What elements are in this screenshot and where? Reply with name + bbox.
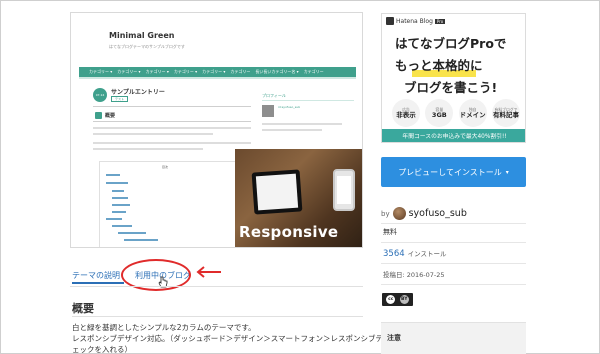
preview-sidebar-label: プロフィール [262, 93, 286, 98]
ad-badge-value: ドメイン [459, 110, 486, 119]
ad-discount-banner: 年間コースのお申込みで最大40%割引!! [382, 129, 525, 142]
preview-toc-heading: 目次 [162, 165, 169, 169]
preview-nav-bar: カテゴリー ▾ カテゴリー ▾ カテゴリー ▾ カテゴリー ▾ カテゴリー ▾ … [79, 67, 356, 77]
preview-toc-line [124, 239, 158, 241]
preview-nav-item: カテゴリー [303, 69, 324, 74]
ad-badge-value: 有料記事 [492, 110, 519, 119]
ad-feature-badge: 広告 非表示 [392, 99, 420, 127]
notes-label: 注意 [387, 334, 401, 342]
preview-heading: 概要 [105, 113, 116, 119]
ad-logo: Hatena Blog Pro [386, 17, 446, 25]
preview-sidebar-user: id:syofuso_sub [278, 105, 301, 109]
preview-toc-line [106, 174, 120, 176]
preview-text-line [93, 142, 251, 144]
author-row: by syofuso_sub [381, 207, 467, 220]
install-count-row: 3564 インストール [383, 248, 447, 259]
preview-toc-line [106, 182, 128, 184]
creative-commons-license-badge[interactable]: cc BY [382, 293, 413, 306]
preview-toc-line [106, 218, 122, 220]
preview-blog-subtitle: はてなブログテーマのサンプルブログです [109, 44, 185, 49]
preview-divider [93, 106, 251, 107]
preview-avatar [262, 105, 274, 117]
tabs-divider [70, 286, 363, 287]
overview-text: 白と緑を基調としたシンプルな2カラムのテーマです。 [72, 323, 256, 332]
preview-responsive-label: Responsive [239, 223, 339, 241]
sidebar-divider [381, 242, 526, 243]
ad-feature-badge: 独自 ドメイン [458, 99, 487, 127]
preview-nav-item: カテゴリー ▾ [173, 69, 198, 74]
preview-nav-item: カテゴリー ▾ [117, 69, 141, 74]
tablet-graphic [251, 169, 303, 215]
ad-badge-value: 3GB [431, 110, 447, 119]
ad-feature-badges: 広告 非表示 容量 3GB 独自 ドメイン 有料ブログで 有料記事 [392, 99, 520, 127]
preview-toc-box: 目次 [99, 161, 251, 247]
posted-date: 投稿日: 2016-07-25 [383, 271, 445, 279]
sidebar-divider [381, 263, 526, 264]
preview-heading-icon [95, 112, 102, 119]
ad-headline-3: ブログを書こう! [404, 80, 498, 95]
preview-install-button[interactable]: プレビューしてインストール ▾ [381, 157, 526, 187]
ad-logo-badge: Pro [434, 18, 446, 24]
preview-toc-line [112, 204, 130, 206]
preview-entry-title: サンプルエントリー [111, 89, 165, 96]
preview-entry-tag: テスト [111, 96, 129, 102]
ad-feature-badge: 容量 3GB [425, 99, 454, 127]
preview-toc-line [112, 211, 126, 213]
preview-date-badge: 07.14 [93, 88, 107, 102]
install-count-label: インストール [407, 250, 447, 258]
ad-logo-text: Hatena Blog [396, 17, 433, 25]
preview-blog-title: Minimal Green [109, 31, 175, 40]
preview-sidebar-rule [262, 100, 354, 101]
preview-text-line [93, 133, 213, 135]
by-label: by [381, 209, 390, 218]
ad-badge-value: 非表示 [396, 110, 416, 119]
preview-toc-line [118, 232, 146, 234]
red-arrow-icon [196, 266, 221, 278]
sidebar-divider [381, 284, 526, 285]
ad-headline-1: はてなブログProで [395, 36, 507, 51]
preview-toc-line [112, 225, 132, 227]
overview-heading: 概要 [72, 302, 94, 315]
ad-feature-badge: 有料ブログで 有料記事 [491, 99, 520, 127]
sidebar-divider [381, 223, 526, 224]
overview-text: ェックを入れる） [72, 345, 132, 354]
ad-headline-2: もっと本格的に [395, 58, 483, 73]
preview-text-line [93, 127, 251, 129]
theme-preview-image: Minimal Green はてなブログテーマのサンプルブログです カテゴリー … [70, 12, 363, 248]
tab-theme-description[interactable]: テーマの説明 [72, 270, 120, 281]
hatena-blog-pro-ad[interactable]: Hatena Blog Pro はてなブログProで もっと本格的に ブログを書… [381, 13, 526, 143]
preview-responsive-photo: Responsive [235, 149, 362, 247]
notes-section: 注意 [381, 322, 526, 354]
preview-toc-line [112, 190, 124, 192]
author-name[interactable]: syofuso_sub [409, 208, 467, 219]
preview-sidebar-line [262, 129, 322, 131]
install-button-label: プレビューしてインストール [398, 167, 502, 177]
phone-graphic [333, 169, 355, 211]
preview-sidebar-line [262, 123, 342, 125]
preview-toc-line [112, 197, 128, 199]
overview-divider [72, 316, 363, 317]
preview-nav-item: カテゴリー ▾ [89, 69, 113, 74]
preview-nav-item: カテゴリー ▾ [202, 69, 226, 74]
preview-text-line [93, 148, 203, 150]
preview-nav-item: 長い長いカテゴリー名 ▾ [255, 69, 299, 74]
chevron-down-icon: ▾ [505, 168, 509, 176]
hatena-logo-icon [386, 17, 394, 25]
preview-nav-item: カテゴリー ▾ [145, 69, 169, 74]
preview-nav-underline [79, 77, 356, 79]
active-tab-indicator [72, 282, 124, 284]
overview-text: レスポンシブデザイン対応。（ダッシュボード＞デザイン＞スマートフォン＞レスポンシ… [72, 334, 421, 343]
install-count[interactable]: 3564 [383, 249, 405, 259]
preview-nav-item: カテゴリー [230, 69, 251, 74]
price-label: 無料 [383, 228, 397, 236]
author-avatar[interactable] [392, 207, 406, 220]
attribution-icon: BY [399, 295, 409, 304]
preview-divider [93, 121, 251, 122]
cc-icon: cc [386, 295, 396, 304]
